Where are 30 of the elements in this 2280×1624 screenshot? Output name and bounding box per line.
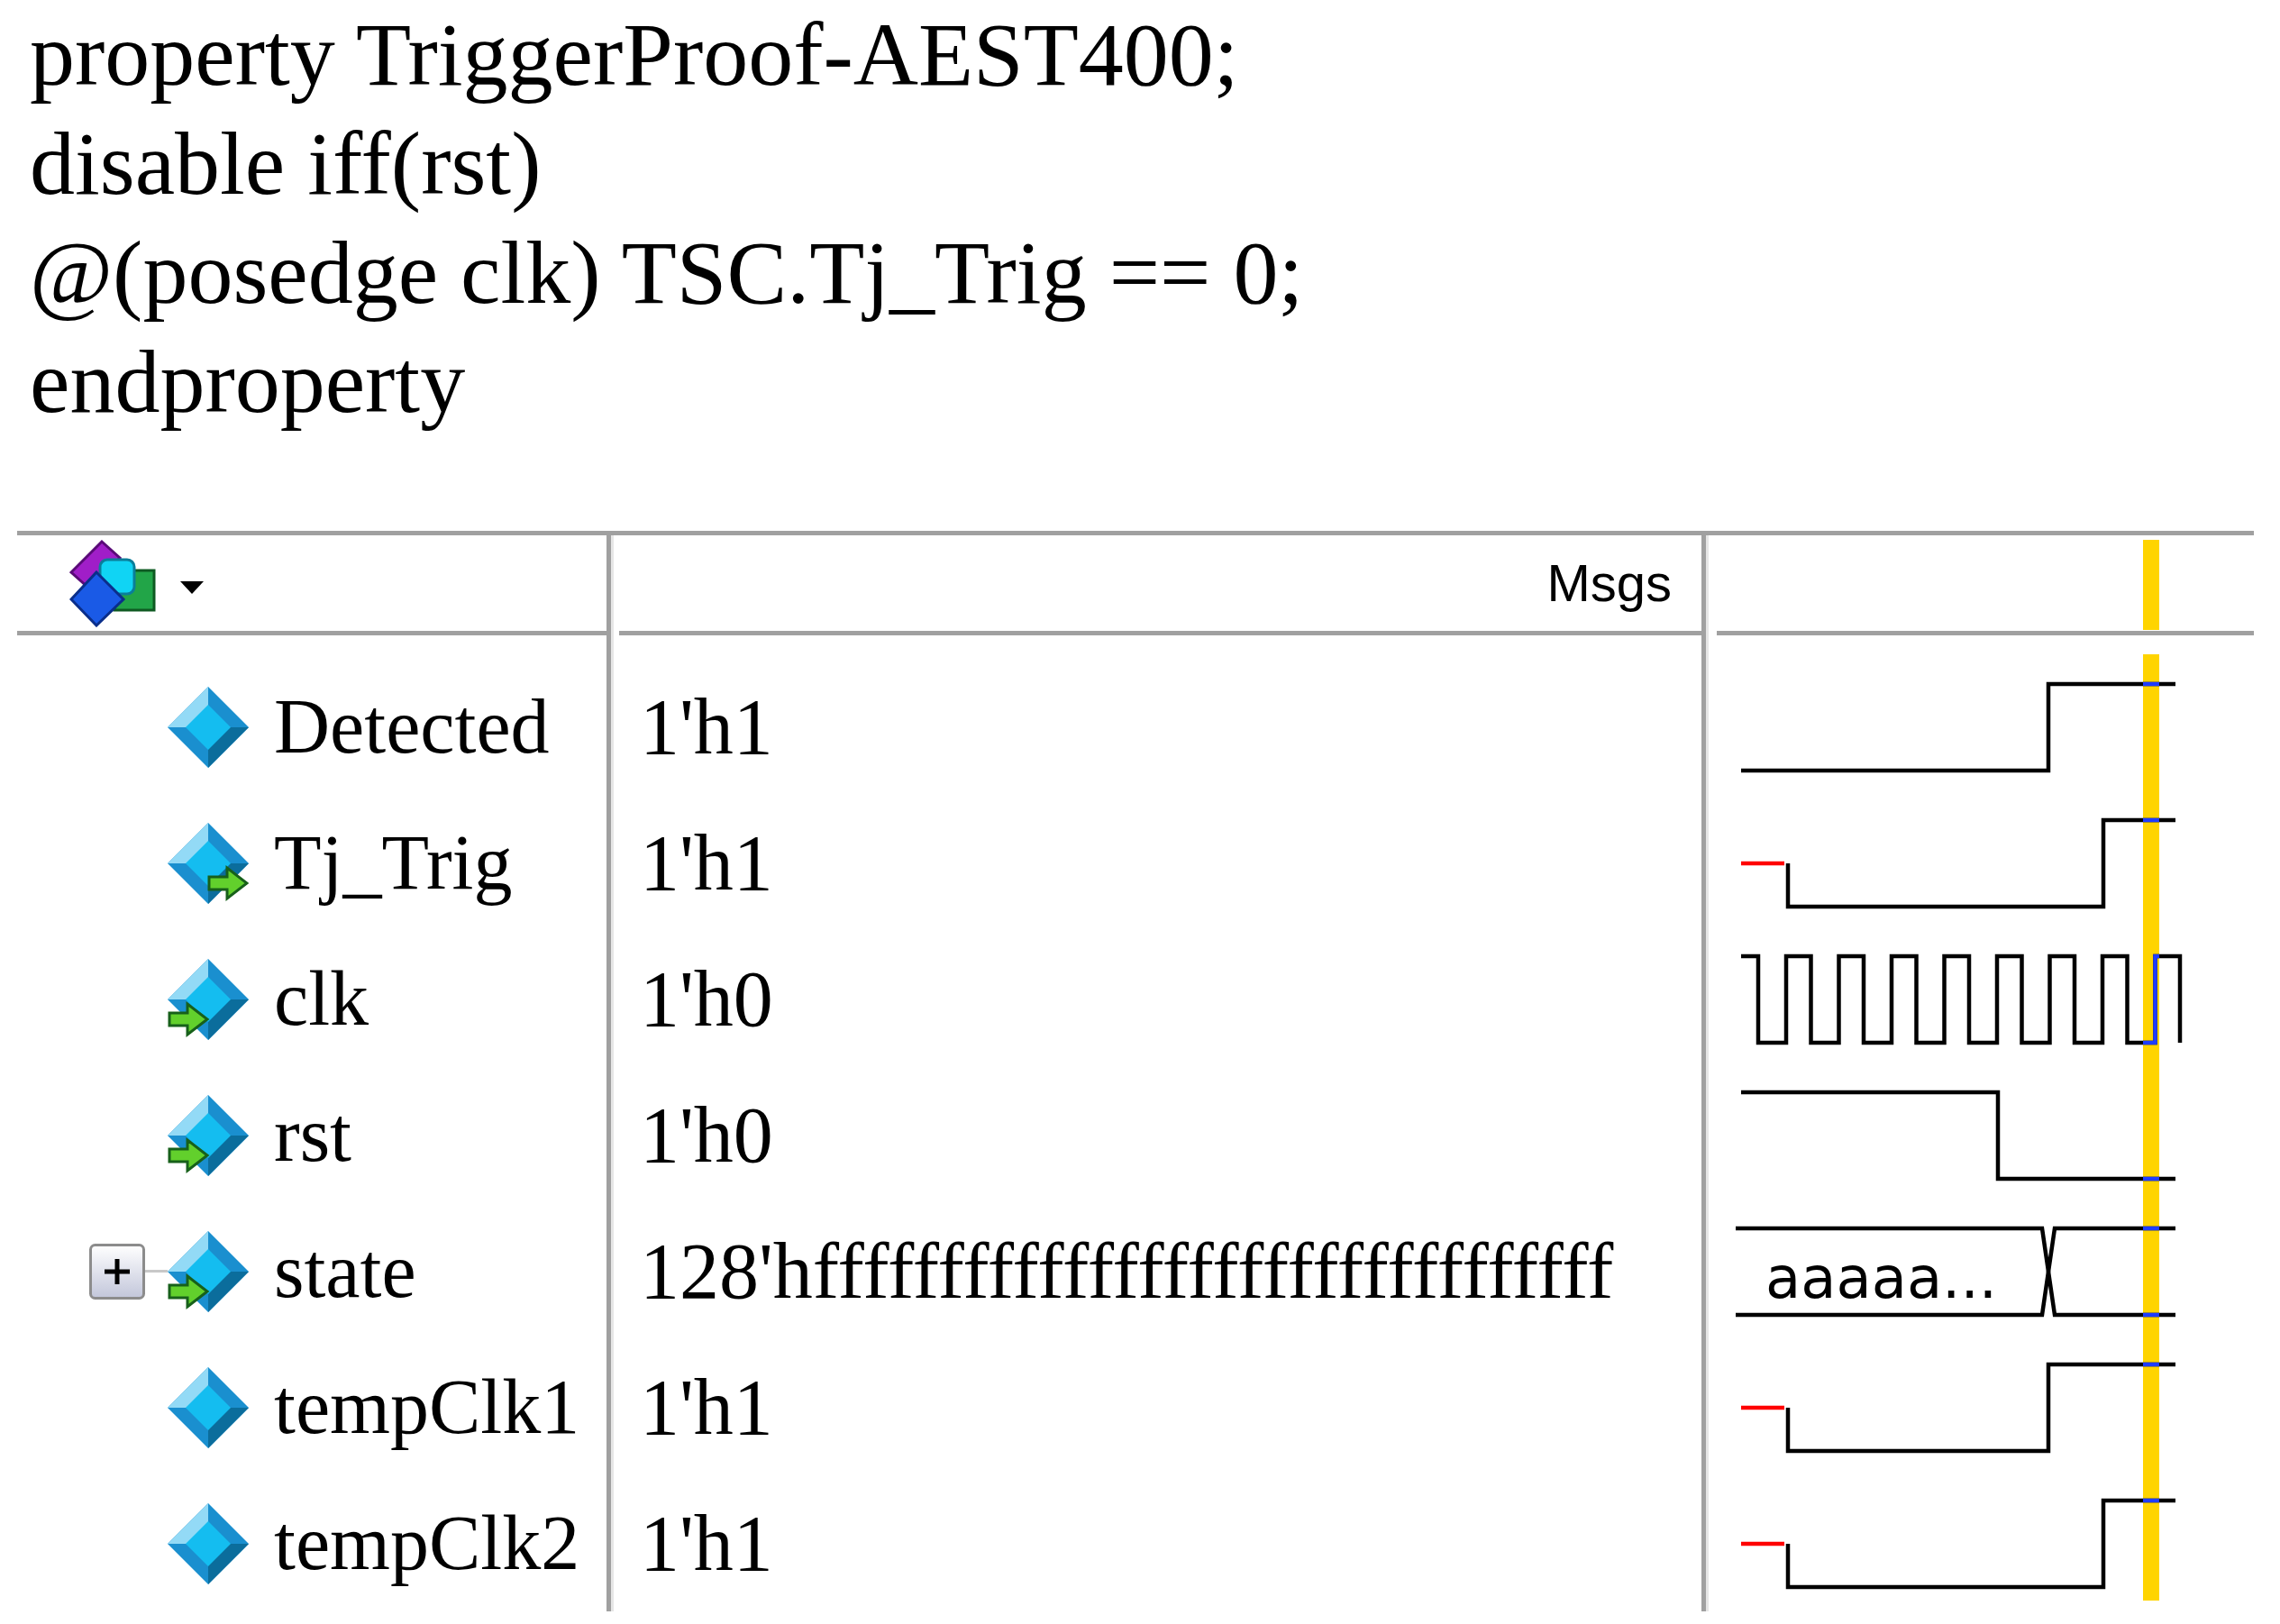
signal-value: 1'h1 bbox=[640, 681, 773, 772]
bus-value: aaaaa... bbox=[1765, 1244, 1998, 1310]
signal-name[interactable]: tempClk1 bbox=[274, 1363, 580, 1452]
code-line: disable iff(rst) bbox=[30, 113, 542, 215]
diamond-icon bbox=[168, 1502, 249, 1584]
signal-value: 1'h0 bbox=[640, 953, 773, 1045]
signal-name[interactable]: Tj_Trig bbox=[274, 818, 513, 908]
signal-name[interactable]: rst bbox=[274, 1090, 351, 1180]
code-line: endproperty bbox=[30, 331, 466, 433]
signal-name[interactable]: state bbox=[274, 1227, 416, 1316]
code-line: property TriggerProof-AEST400; bbox=[30, 4, 1239, 106]
signal-name[interactable]: clk bbox=[274, 954, 369, 1044]
diamond-arrow-icon bbox=[168, 958, 249, 1040]
shapes-icon[interactable] bbox=[69, 539, 157, 627]
caret-icon[interactable] bbox=[180, 581, 204, 594]
column-header: Msgs bbox=[1546, 552, 1672, 614]
signal-value: 1'h1 bbox=[640, 1498, 773, 1589]
diamond-icon bbox=[168, 1366, 249, 1448]
diamond-arrow-icon bbox=[168, 1230, 249, 1312]
signal-value: 1'h1 bbox=[640, 817, 773, 908]
diamond-arrow-icon bbox=[168, 822, 249, 904]
diamond-icon bbox=[168, 686, 249, 768]
signal-value: 1'h1 bbox=[640, 1362, 773, 1453]
signal-name[interactable]: tempClk2 bbox=[274, 1499, 580, 1588]
signal-value: 128'hffffffffffffffffffffffffffffffff bbox=[640, 1226, 1614, 1317]
signal-value: 1'h0 bbox=[640, 1090, 773, 1181]
signal-name[interactable]: Detected bbox=[274, 682, 550, 771]
code-line: @(posedge clk) TSC.Tj_Trig == 0; bbox=[30, 222, 1304, 324]
diamond-arrow-icon bbox=[168, 1094, 249, 1176]
expand-button[interactable] bbox=[89, 1243, 145, 1300]
